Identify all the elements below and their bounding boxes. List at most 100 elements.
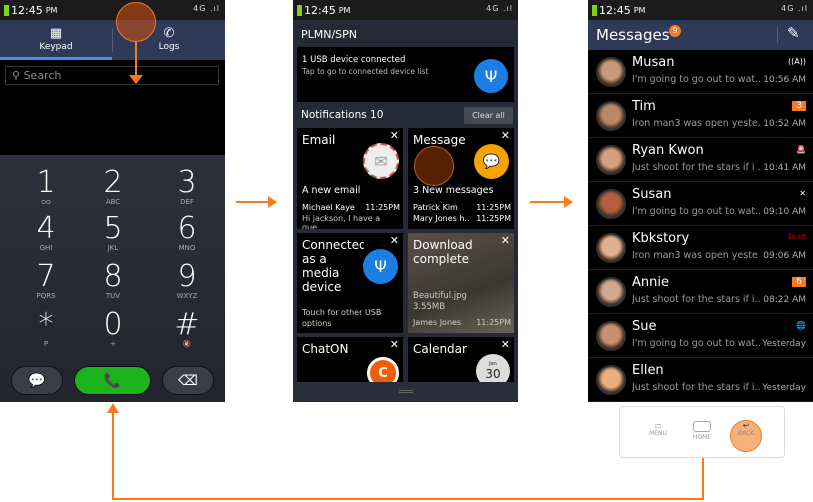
notification-panel: 12:45 PM 4G .ıl PLMN/SPN 1 USB device conn…: [293, 0, 518, 402]
message-icon: 💬: [28, 372, 46, 389]
signal-icon: 4G .ıl: [781, 4, 808, 13]
key-star[interactable]: * P: [16, 310, 76, 349]
key-5[interactable]: 5 JKL: [83, 214, 143, 253]
conversation-item[interactable]: Kbkstory Iron man3 was open yeste 09:06 …: [588, 226, 813, 270]
avatar: [596, 57, 626, 87]
key-9[interactable]: 9 WXYZ: [157, 262, 217, 301]
back-icon: ↩: [742, 421, 750, 430]
backspace-button[interactable]: ⌫: [162, 366, 214, 395]
touch-indicator: [116, 2, 156, 42]
avatar: [596, 189, 626, 219]
status-bar: 12:45 PM 4G .ıl: [588, 0, 813, 20]
chaton-notification[interactable]: ChatON ✕ C: [297, 337, 403, 382]
email-notification[interactable]: Email ✕ ✉ A new email Michael Kaye 11:25PM…: [297, 128, 403, 229]
calendar-notification[interactable]: Calendar ✕ Jan 30: [408, 337, 514, 382]
conversation-item[interactable]: Susan I'm going to go out to wat... 09:1…: [588, 182, 813, 226]
home-icon: [693, 421, 711, 432]
status-icon: 🌐: [796, 321, 806, 330]
key-1[interactable]: 1 ᴑᴑ: [16, 168, 76, 207]
compose-icon[interactable]: ✎: [787, 24, 800, 42]
home-key[interactable]: HOME: [686, 421, 718, 441]
conversation-item[interactable]: Musan I'm going to go out to wat... 10:5…: [588, 50, 813, 94]
message-notification[interactable]: Message ✕ 💬 3 New messages Patrick Kim 11:…: [408, 128, 514, 229]
key-6[interactable]: 6 MNO: [157, 214, 217, 253]
status-icon: 🚨: [796, 145, 806, 154]
close-icon[interactable]: ✕: [390, 129, 399, 142]
tab-keypad[interactable]: ▦ Keypad: [0, 20, 112, 60]
avatar: [596, 365, 626, 395]
panel-handle[interactable]: [293, 382, 518, 402]
arrowhead: [107, 403, 119, 413]
key-2[interactable]: 2 ABC: [83, 168, 143, 207]
flow-arrow: [530, 201, 566, 203]
backspace-icon: ⌫: [178, 372, 198, 389]
email-icon: ✉: [363, 143, 399, 179]
key-4[interactable]: 4 GHI: [16, 214, 76, 253]
key-hash[interactable]: # 🔇: [157, 310, 217, 349]
clock: 12:45: [11, 3, 43, 17]
chat-bubble-icon: 💬: [474, 144, 509, 179]
touch-indicator: [414, 146, 454, 186]
close-icon[interactable]: ✕: [501, 338, 510, 351]
status-bar: 12:45 PM 4G .ıl: [0, 0, 225, 20]
usb-icon: Ψ: [363, 249, 398, 284]
keypad-icon: ▦: [49, 26, 63, 41]
close-icon[interactable]: ✕: [390, 234, 399, 247]
operator-name: PLMN/SPN: [301, 28, 358, 41]
clear-all-button[interactable]: Clear all: [464, 107, 513, 124]
download-notification[interactable]: Download complete ✕ Beautiful.jpg 3.55MB …: [408, 233, 514, 333]
flow-arrow: [236, 201, 270, 203]
status-icon: ✕: [799, 189, 806, 198]
menu-key[interactable]: ▭ MENU: [642, 421, 674, 437]
count-badge: 3: [792, 101, 806, 111]
ampm: PM: [45, 5, 58, 15]
battery-icon: [4, 4, 9, 16]
key-8[interactable]: 8 TUV: [83, 262, 143, 301]
count-badge: 6: [792, 277, 806, 287]
number-display: [0, 92, 225, 155]
signal-icon: 4G .ıl: [486, 4, 513, 13]
calendar-icon: Jan 30: [476, 354, 510, 382]
close-icon[interactable]: ✕: [390, 338, 399, 351]
back-key[interactable]: ↩ BACK: [730, 421, 762, 437]
arrowhead: [268, 196, 277, 208]
arrowhead: [564, 196, 573, 208]
battery-icon: [297, 4, 302, 16]
message-button[interactable]: 💬: [11, 366, 63, 395]
return-arrow: [702, 458, 704, 500]
hardware-keys: ▭ MENU HOME ↩ BACK: [619, 406, 785, 458]
messages-screen: 12:45 PM 4G .ıl Messages 9 ✎ Musan I'm goi…: [588, 0, 813, 402]
usb-notification[interactable]: 1 USB device connected Tap to go to conn…: [297, 47, 514, 102]
avatar: [596, 277, 626, 307]
battery-icon: [592, 4, 597, 16]
status-icon: ((A)): [788, 57, 806, 66]
search-icon: ⚲: [12, 69, 24, 82]
avatar: [596, 321, 626, 351]
avatar: [596, 101, 626, 131]
usb-media-notification[interactable]: Connected as a media device ✕ Ψ Touch for…: [297, 233, 403, 333]
phone-icon: 📞: [103, 372, 122, 389]
conversation-item[interactable]: Tim Iron man3 was open yeste... 10:52 AM…: [588, 94, 813, 138]
usb-icon: Ψ: [474, 59, 508, 93]
conversation-item[interactable]: Sue I'm going to go out to wat... Yester…: [588, 314, 813, 358]
unread-badge: 9: [669, 25, 681, 37]
chaton-icon: C: [367, 357, 399, 382]
close-icon[interactable]: ✕: [501, 129, 510, 142]
conversation-item[interactable]: Ryan Kwon Just shoot for the stars if i …: [588, 138, 813, 182]
draft-label: Draft: [788, 233, 806, 241]
key-0[interactable]: 0 +: [83, 310, 143, 349]
dialer-screen: 12:45 PM 4G .ıl ▦ Keypad ✆ Logs ⚲ Search 1 ᴑᴑ…: [0, 0, 225, 402]
avatar: [596, 233, 626, 263]
key-7[interactable]: 7 PQRS: [16, 262, 76, 301]
signal-icon: 4G .ıl: [193, 4, 220, 13]
notifications-header: Notifications 10: [301, 109, 384, 121]
call-button[interactable]: 📞: [74, 366, 151, 395]
menu-icon: ▭: [654, 421, 662, 430]
search-input[interactable]: ⚲ Search: [5, 66, 219, 85]
conversation-item[interactable]: Ellen Just shoot for the stars if i... Y…: [588, 358, 813, 402]
close-icon[interactable]: ✕: [501, 234, 510, 247]
key-3[interactable]: 3 DEF: [157, 168, 217, 207]
tab-bar: ▦ Keypad ✆ Logs: [0, 20, 225, 60]
conversation-item[interactable]: Annie Just shoot for the stars if i... 0…: [588, 270, 813, 314]
avatar: [596, 145, 626, 175]
